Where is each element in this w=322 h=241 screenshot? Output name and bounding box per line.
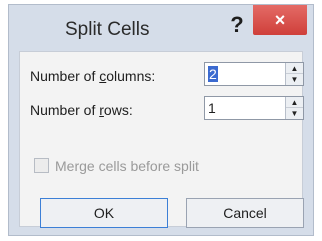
help-button[interactable]: ? — [225, 13, 249, 37]
close-icon: × — [274, 10, 286, 30]
columns-label: Number of columns: — [30, 68, 156, 84]
merge-cells-option: Merge cells before split — [34, 156, 294, 176]
rows-row: Number of rows: 1 ▲ ▼ — [30, 96, 304, 122]
columns-spin-buttons: ▲ ▼ — [285, 63, 303, 85]
spin-up-icon: ▲ — [290, 64, 299, 73]
columns-input[interactable]: 2 — [208, 66, 218, 82]
spin-up-icon: ▲ — [290, 98, 299, 107]
split-cells-dialog: Split Cells ? × Number of columns: 2 ▲ ▼… — [8, 4, 314, 236]
ok-button[interactable]: OK — [40, 198, 168, 228]
title-bar: Split Cells ? × — [9, 5, 313, 49]
rows-input[interactable]: 1 — [208, 100, 216, 116]
cancel-button[interactable]: Cancel — [186, 198, 304, 228]
spin-down-icon: ▼ — [290, 75, 299, 84]
merge-cells-checkbox[interactable] — [34, 158, 49, 173]
merge-cells-label: Merge cells before split — [55, 158, 199, 174]
dialog-title: Split Cells — [65, 19, 150, 40]
columns-spin-down-button[interactable]: ▼ — [286, 74, 303, 85]
rows-label: Number of rows: — [30, 102, 133, 118]
rows-spinner[interactable]: 1 ▲ ▼ — [204, 96, 304, 120]
close-button[interactable]: × — [253, 5, 307, 35]
columns-spinner[interactable]: 2 ▲ ▼ — [204, 62, 304, 86]
rows-spin-up-button[interactable]: ▲ — [286, 97, 303, 108]
rows-spin-down-button[interactable]: ▼ — [286, 108, 303, 119]
columns-spin-up-button[interactable]: ▲ — [286, 63, 303, 74]
columns-row: Number of columns: 2 ▲ ▼ — [30, 62, 304, 88]
rows-spin-buttons: ▲ ▼ — [285, 97, 303, 119]
spin-down-icon: ▼ — [290, 109, 299, 118]
dialog-body: Number of columns: 2 ▲ ▼ Number of rows:… — [19, 51, 304, 228]
